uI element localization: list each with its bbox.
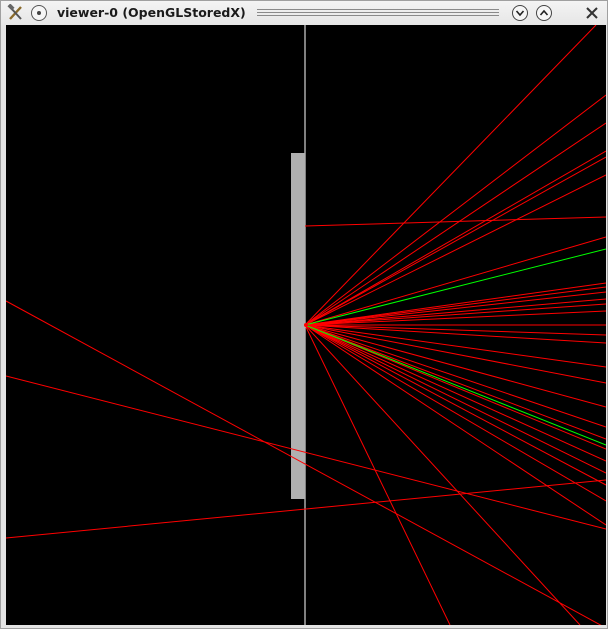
track [304,25,597,326]
vertex-point [304,323,308,327]
track [304,324,451,625]
track [304,324,606,502]
track [304,156,606,326]
viewer-window: viewer-0 (OpenGLStoredX) [0,0,608,629]
chevron-down-icon [515,10,525,17]
track [304,150,606,326]
title-bar[interactable]: viewer-0 (OpenGLStoredX) [1,1,607,25]
tools-icon[interactable] [7,4,25,22]
window-menu-icon[interactable] [31,5,47,21]
window-title: viewer-0 (OpenGLStoredX) [57,5,246,20]
track [304,324,606,462]
track [304,324,606,368]
track [304,94,606,326]
track [304,216,606,227]
track [304,324,606,486]
scene-canvas [6,25,606,625]
maximize-button[interactable] [536,5,552,21]
opengl-viewport[interactable] [6,25,606,625]
track [304,324,606,450]
target-slab [291,153,305,499]
track [304,324,606,474]
minimize-button[interactable] [512,5,528,21]
neutral-track [304,324,606,446]
track [304,303,606,326]
track [304,324,606,440]
track [304,291,606,326]
track [6,479,606,539]
track [304,122,606,326]
track [6,375,606,530]
track [6,300,602,625]
track [304,282,606,326]
close-icon[interactable] [583,4,601,22]
title-bar-grip [257,9,499,17]
track [304,286,606,326]
chevron-up-icon [539,9,549,16]
track [304,324,606,408]
